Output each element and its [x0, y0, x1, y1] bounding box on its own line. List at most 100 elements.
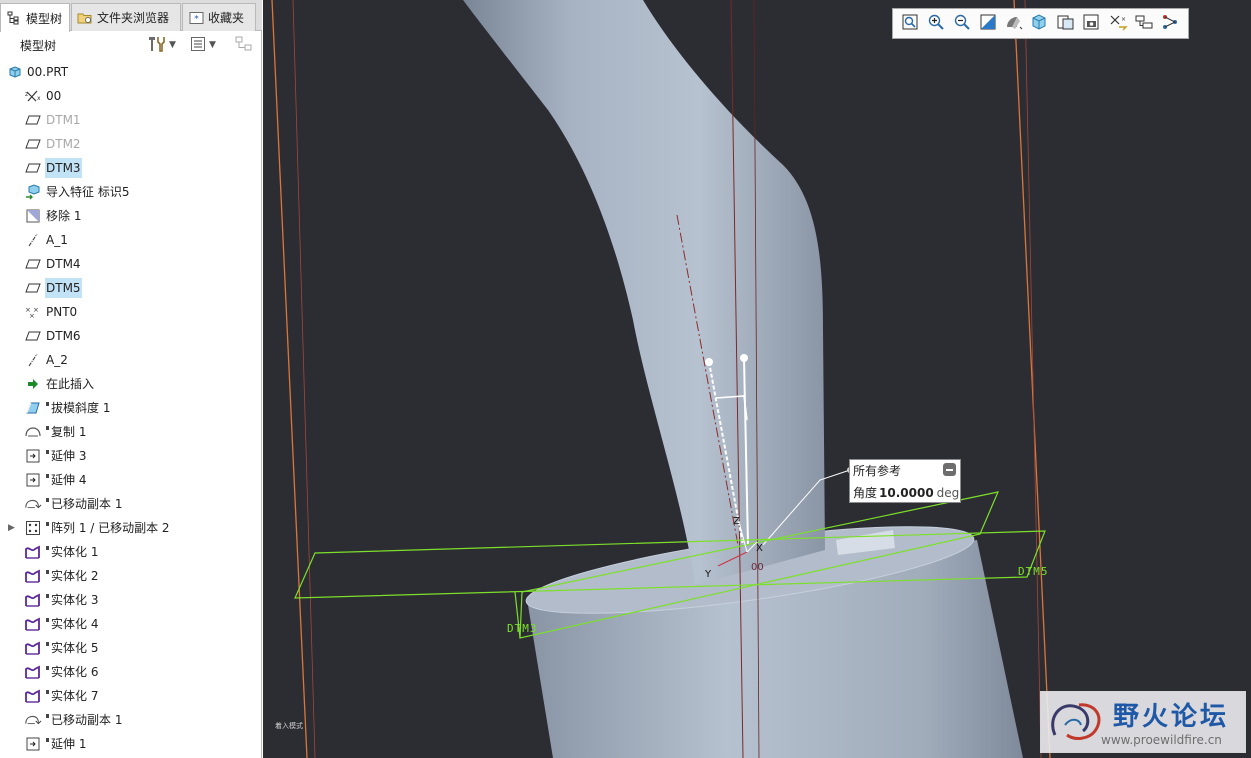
view-toolbar: ×: [892, 8, 1189, 39]
folder-browser-icon: [76, 10, 94, 26]
tree-filter-button[interactable]: [234, 35, 254, 55]
tree-item[interactable]: DTM1: [0, 108, 261, 132]
solidify-icon: [24, 663, 42, 681]
tree-item-label: 实体化 2: [45, 566, 99, 586]
tree-item[interactable]: DTM3: [0, 156, 261, 180]
angle-value[interactable]: 10.0000: [879, 486, 934, 500]
saved-orientations-icon: [1030, 13, 1050, 34]
copy-icon: [24, 423, 42, 441]
tree-item[interactable]: 实体化 2: [0, 564, 261, 588]
tree-item-label: 拔模斜度 1: [45, 398, 111, 418]
tree-item[interactable]: 已移动副本 1: [0, 708, 261, 732]
angle-unit: deg: [936, 486, 960, 500]
tree-item[interactable]: z x 00: [0, 84, 261, 108]
tree-header: 模型树 ▼ ▼: [0, 31, 262, 59]
tree-item-label: DTM4: [45, 254, 82, 274]
perspective-icon: [1082, 13, 1102, 34]
suppressed-marker: [46, 546, 49, 550]
tree-item-text: 已移动副本 1: [51, 713, 123, 727]
tree-item[interactable]: 拔模斜度 1: [0, 396, 261, 420]
csys-icon: zx: [24, 87, 42, 105]
tree-item[interactable]: 实体化 5: [0, 636, 261, 660]
tree-item-text: DTM4: [46, 257, 81, 271]
tree-item[interactable]: 已移动副本 1: [0, 492, 261, 516]
zoom-out-button[interactable]: [949, 12, 975, 36]
angle-dimension-callout[interactable]: 所有参考 角度 10.0000 deg: [849, 459, 961, 503]
tab-model-tree-label: 模型树: [26, 11, 63, 26]
annotation-display-button[interactable]: [1157, 12, 1183, 36]
tree-icon: [5, 10, 23, 26]
annotation-display-icon: [1160, 13, 1180, 34]
favorites-icon: *: [187, 10, 205, 26]
tree-item[interactable]: 移除 1: [0, 204, 261, 228]
datum-display-button[interactable]: ×: [1105, 12, 1131, 36]
spin-center-button[interactable]: [1131, 12, 1157, 36]
tree-item[interactable]: DTM5: [0, 276, 261, 300]
chevron-down-icon: ▼: [169, 40, 176, 50]
tree-item[interactable]: 实体化 1: [0, 540, 261, 564]
tab-favorites[interactable]: * 收藏夹: [182, 3, 256, 31]
repaint-button[interactable]: [975, 12, 1001, 36]
tree-item[interactable]: DTM2: [0, 132, 261, 156]
tree-item[interactable]: 延伸 1: [0, 732, 261, 756]
tree-item[interactable]: ▶ 阵列 1 / 已移动副本 2: [0, 516, 261, 540]
moved-copy-icon: [24, 711, 42, 729]
suppressed-marker: [46, 594, 49, 598]
tree-item[interactable]: DTM6: [0, 324, 261, 348]
tree-item-text: 实体化 5: [51, 641, 99, 655]
tree-item-text: 实体化 6: [51, 665, 99, 679]
tree-item-label: 实体化 4: [45, 614, 99, 634]
tree-item-text: 阵列 1 / 已移动副本 2: [51, 521, 170, 535]
chevron-down-icon: ▼: [209, 40, 216, 50]
datum-plane-icon: [24, 279, 42, 297]
tree-item[interactable]: 复制 1: [0, 420, 261, 444]
tab-favorites-label: 收藏夹: [208, 11, 245, 25]
tree-item[interactable]: 导入特征 标识5: [0, 180, 261, 204]
settings-dropdown-button[interactable]: ▼: [146, 35, 176, 55]
tree-item[interactable]: 延伸 4: [0, 468, 261, 492]
tree-item-label: DTM5: [45, 278, 82, 298]
saved-orientations-button[interactable]: [1027, 12, 1053, 36]
boundary-line-right: [1013, 0, 1051, 758]
tab-model-tree[interactable]: 模型树: [0, 3, 70, 32]
show-dropdown-button[interactable]: ▼: [190, 35, 216, 55]
tree-item[interactable]: 实体化 6: [0, 660, 261, 684]
tree-item[interactable]: A_2: [0, 348, 261, 372]
draft-drag-handle[interactable]: [705, 358, 713, 366]
display-style-button[interactable]: [1001, 12, 1027, 36]
solidify-icon: [24, 567, 42, 585]
tree-item[interactable]: A_1: [0, 228, 261, 252]
tree-item-text: 移除 1: [46, 209, 82, 223]
perspective-button[interactable]: [1079, 12, 1105, 36]
view-manager-button[interactable]: [1053, 12, 1079, 36]
expand-arrow-icon[interactable]: ▶: [8, 523, 18, 533]
collapse-icon[interactable]: [943, 463, 956, 476]
reference-drag-handle[interactable]: [740, 354, 748, 362]
tree-item-label: 延伸 3: [45, 446, 87, 466]
suppressed-marker: [46, 570, 49, 574]
zoom-in-button[interactable]: [923, 12, 949, 36]
datum-axis-icon: [24, 231, 42, 249]
repaint-icon: [979, 13, 997, 34]
refit-button[interactable]: [897, 12, 923, 36]
tab-folder-browser[interactable]: 文件夹浏览器: [71, 3, 181, 31]
tree-item[interactable]: 00.PRT: [0, 60, 261, 84]
tree-item[interactable]: 延伸 3: [0, 444, 261, 468]
tree-item-text: 延伸 4: [51, 473, 87, 487]
tree-item[interactable]: 实体化 4: [0, 612, 261, 636]
tree-item-label: 00.PRT: [26, 62, 69, 82]
boundary-line-left: [271, 0, 308, 758]
tree-item[interactable]: DTM4: [0, 252, 261, 276]
suppressed-marker: [46, 426, 49, 430]
svg-text:×: ×: [29, 312, 35, 320]
tab-folder-browser-label: 文件夹浏览器: [97, 11, 170, 25]
tree-item[interactable]: × × × PNT0: [0, 300, 261, 324]
tree-item-text: 延伸 3: [51, 449, 87, 463]
tree-item-label: 已移动副本 1: [45, 494, 123, 514]
watermark: 野火论坛 www.proewildfire.cn: [1040, 691, 1246, 753]
tree-item[interactable]: 在此插入: [0, 372, 261, 396]
tree-item[interactable]: 实体化 3: [0, 588, 261, 612]
graphics-viewport[interactable]: DTM3 DTM5 X Y Z 00 × 所有参考 角度 10.0000 deg 着…: [263, 0, 1251, 758]
tree-item[interactable]: 实体化 7: [0, 684, 261, 708]
boundary-line-right-inner: [1024, 0, 1042, 758]
